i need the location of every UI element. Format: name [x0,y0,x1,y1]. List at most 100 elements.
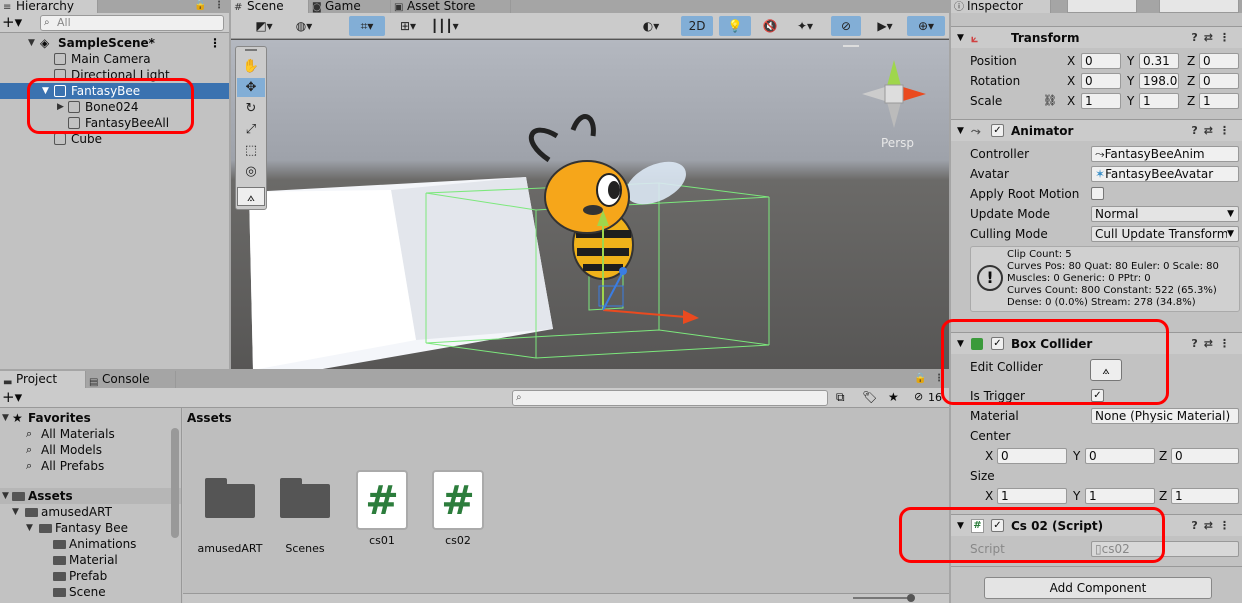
ruler-icon[interactable]: ┃┃┃▾ [431,16,459,36]
center-y-field[interactable]: 0 [1085,448,1155,464]
apply-root-motion-checkbox[interactable] [1091,187,1104,200]
axis-y-label[interactable]: Y [1073,449,1080,463]
scene-row[interactable]: ▼ ◈ SampleScene* ⋮ [0,35,229,51]
component-header-icons[interactable]: ?⇄⋮ [1191,515,1236,537]
add-icon[interactable]: +▾ [2,389,22,405]
asset-script-cs02[interactable]: # cs02 [423,470,493,547]
tag-dropdown[interactable] [1067,0,1137,13]
scale-tool-icon[interactable]: ⤢ [237,120,265,139]
rotation-z-field[interactable]: 0 [1199,73,1239,89]
tab-scene[interactable]: # Scene [231,0,309,13]
palette-handle[interactable] [245,49,257,51]
hierarchy-item-bone024[interactable]: ▶ Bone024 [0,99,229,115]
tree-item-prefab[interactable]: Prefab [0,568,181,584]
scale-x-field[interactable]: 1 [1081,93,1121,109]
scale-z-field[interactable]: 1 [1199,93,1239,109]
expand-arrow-icon[interactable]: ▼ [12,504,19,520]
edit-collider-button[interactable]: ⟑ [1090,359,1122,381]
box-collider-header[interactable]: ▼ ✓ Box Collider ?⇄⋮ [951,332,1242,354]
kebab-menu-icon[interactable]: ⋮ [934,373,944,384]
filter-by-label-icon[interactable]: 🏷 [862,390,877,404]
tab-hierarchy[interactable]: ≡ Hierarchy [0,0,98,13]
rotation-y-field[interactable]: 198.0( [1139,73,1179,89]
tree-item-fantasy-bee[interactable]: ▼ Fantasy Bee [0,520,181,536]
tab-console[interactable]: ▤ Console [86,371,176,388]
center-z-field[interactable]: 0 [1171,448,1239,464]
lock-icon[interactable]: 🔒 [194,0,206,11]
draw-mode-dropdown[interactable]: ◩▾ [247,16,281,36]
component-header-icons[interactable]: ?⇄⋮ [1191,120,1236,142]
grid-snap-toggle[interactable]: ⌗▾ [349,16,385,36]
axis-x-label[interactable]: X [1067,54,1075,68]
hidden-objects-icon[interactable]: ⊘ [831,16,861,36]
tab-game[interactable]: ◙ Game [309,0,391,13]
hand-tool-icon[interactable]: ✋ [237,57,265,76]
material-field[interactable]: None (Physic Material) [1091,408,1239,424]
component-header-icons[interactable]: ?⇄⋮ [1191,333,1236,355]
move-tool-icon[interactable]: ✥ [237,78,265,97]
asset-script-cs01[interactable]: # cs01 [347,470,417,547]
culling-mode-dropdown[interactable]: Cull Update Transforms ▼ [1091,226,1239,242]
2d-toggle-button[interactable]: 2D [681,16,713,36]
tree-item-assets[interactable]: ▼ Assets [0,488,181,504]
project-search-input[interactable]: ⌕ [512,390,828,406]
tree-item-favorites[interactable]: ▼ ★ Favorites [0,410,181,426]
tab-inspector[interactable]: ⓘ Inspector [951,0,1051,13]
layer-dropdown[interactable] [1159,0,1239,13]
add-component-button[interactable]: Add Component [984,577,1212,599]
projection-label[interactable]: Persp [881,136,914,150]
kebab-menu-icon[interactable]: ⋮ [214,0,224,11]
hierarchy-item-cube[interactable]: Cube [0,131,229,147]
tab-asset-store[interactable]: ▣ Asset Store [391,0,511,13]
animator-enabled-checkbox[interactable]: ✓ [991,124,1004,137]
scale-y-field[interactable]: 1 [1139,93,1179,109]
expand-arrow-icon[interactable]: ▼ [957,120,964,142]
scene-kebab-icon[interactable]: ⋮ [209,35,221,51]
asset-folder-amusedart[interactable]: amusedART [195,478,265,555]
controller-field[interactable]: ⤳FantasyBeeAnim [1091,146,1239,162]
collapse-arrow-icon[interactable]: ▶ [57,99,64,115]
expand-arrow-icon[interactable]: ▼ [2,488,9,504]
tree-scrollbar[interactable] [171,428,179,538]
axis-y-label[interactable]: Y [1127,94,1134,108]
transform-tool-icon[interactable]: ◎ [237,162,265,181]
hierarchy-item-main-camera[interactable]: Main Camera [0,51,229,67]
tree-item-amusedart[interactable]: ▼ amusedART [0,504,181,520]
tree-item-animations[interactable]: Animations [0,536,181,552]
camera-dropdown-icon[interactable]: ▶▾ [867,16,903,36]
tree-item-all-prefabs[interactable]: ⌕ All Prefabs [0,458,181,474]
position-y-field[interactable]: 0.31 [1139,53,1179,69]
rotate-tool-icon[interactable]: ↻ [237,99,265,118]
position-z-field[interactable]: 0 [1199,53,1239,69]
effects-dropdown-icon[interactable]: ✦▾ [787,16,823,36]
size-x-field[interactable]: 1 [997,488,1067,504]
expand-arrow-icon[interactable]: ▼ [2,410,9,426]
axis-z-label[interactable]: Z [1187,54,1195,68]
position-x-field[interactable]: 0 [1081,53,1121,69]
tree-item-all-materials[interactable]: ⌕ All Materials [0,426,181,442]
axis-x-label[interactable]: X [985,449,993,463]
lock-icon[interactable]: 🔒 [914,373,926,384]
expand-arrow-icon[interactable]: ▼ [957,333,964,355]
script-component-header[interactable]: ▼ # ✓ Cs 02 (Script) ?⇄⋮ [951,514,1242,536]
axis-y-label[interactable]: Y [1073,489,1080,503]
filter-by-type-icon[interactable]: ⧉ [836,390,845,405]
expand-arrow-icon[interactable]: ▼ [28,35,35,51]
axis-z-label[interactable]: Z [1159,489,1167,503]
scene-viewport[interactable]: Persp ✋ ✥ ↻ ⤢ ⬚ ◎ ⟑ [231,40,949,369]
rotation-x-field[interactable]: 0 [1081,73,1121,89]
update-mode-dropdown[interactable]: Normal ▼ [1091,206,1239,222]
component-header-icons[interactable]: ?⇄⋮ [1191,27,1236,49]
axis-y-label[interactable]: Y [1127,54,1134,68]
link-icon[interactable]: ⛓ [1043,94,1057,107]
zoom-slider-thumb[interactable] [907,594,915,602]
expand-arrow-icon[interactable]: ▼ [957,27,964,49]
tab-project[interactable]: ▬ Project [0,371,86,388]
shading-mode-icon[interactable]: ◐▾ [635,16,667,36]
tree-item-scene[interactable]: Scene [0,584,181,600]
increment-snap-icon[interactable]: ⊞▾ [391,16,425,36]
hierarchy-item-fantasybeeall[interactable]: FantasyBeeAll [0,115,229,131]
hierarchy-item-directional-light[interactable]: Directional Light [0,67,229,83]
axis-z-label[interactable]: Z [1187,94,1195,108]
tree-item-material[interactable]: Material [0,552,181,568]
